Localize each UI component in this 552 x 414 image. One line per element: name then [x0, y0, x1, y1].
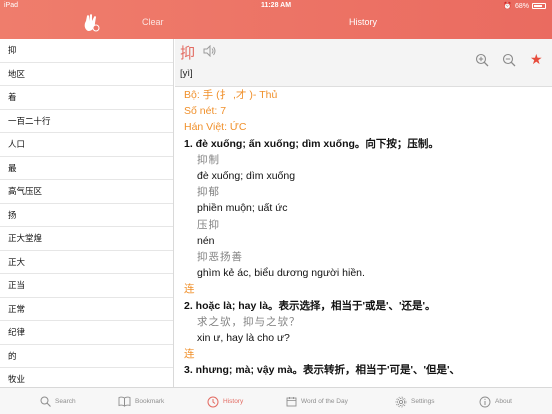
example-translation: xin ư, hay là cho ư?	[197, 332, 290, 345]
clock: 11:28 AM	[260, 2, 292, 9]
alarm-icon: ⏰	[503, 3, 512, 10]
search-icon	[40, 396, 51, 407]
clear-button[interactable]: Clear	[142, 17, 164, 27]
tab-label: Search	[55, 398, 76, 405]
stroke-count-line: Số nét: 7	[184, 105, 227, 118]
gear-icon	[395, 396, 407, 407]
history-item[interactable]: 牧业	[0, 368, 173, 387]
history-item[interactable]: 抑	[0, 39, 173, 63]
definition-heading: 3. nhưng; mà; vậy mà。表示转折，相当于'可是'、'但是'、	[184, 364, 461, 377]
history-item[interactable]: 着	[0, 86, 173, 110]
example-chinese: 压抑	[197, 218, 220, 231]
history-list: 抑 地区 着 一百二十行 人口 最 高气压区 扬 正大堂煌 正大 正当 正常 纪…	[0, 39, 174, 387]
bookmark-star-icon[interactable]: ★	[530, 52, 543, 66]
tab-word-of-the-day[interactable]: Word of the Day	[286, 388, 348, 414]
example-translation: phiền muộn; uất ức	[197, 202, 288, 215]
history-item[interactable]: 地区	[0, 63, 173, 86]
calendar-icon	[286, 397, 297, 407]
tab-history[interactable]: History	[207, 388, 243, 414]
definition-heading: 2. hoặc là; hay là。表示选择，相当于'或是'、'还是'。	[184, 299, 436, 312]
example-chinese: 抑制	[197, 153, 220, 166]
history-item[interactable]: 正大堂煌	[0, 227, 173, 251]
history-item[interactable]: 纪律	[0, 321, 173, 345]
history-item[interactable]: 高气压区	[0, 180, 173, 204]
history-item[interactable]: 正大	[0, 251, 173, 274]
clock-icon	[207, 396, 219, 407]
definition-lines: 1. đè xuống; ấn xuống; dìm xuống。向下按；压制。…	[184, 136, 552, 379]
history-item[interactable]: 的	[0, 345, 173, 368]
example-chinese: 求之欤，抑与之欤？	[197, 315, 301, 328]
example-translation: nén	[197, 234, 215, 247]
speaker-icon[interactable]	[203, 45, 217, 57]
tab-bar: Search Bookmark History Word of the Day …	[0, 387, 552, 414]
tab-label: Word of the Day	[301, 398, 348, 405]
history-item[interactable]: 一百二十行	[0, 110, 173, 133]
app-logo-icon	[84, 14, 100, 32]
example-translation: đè xuống; dìm xuống	[197, 170, 296, 183]
tab-label: History	[223, 398, 244, 405]
status-bar: iPad 11:28 AM ⏰ 68%	[0, 0, 552, 11]
entry-detail: 抑 [yì] ★ Bộ: 手 (扌 ,才 )- Thủ Số nét: 7 Há…	[175, 39, 552, 387]
tab-settings[interactable]: Settings	[395, 388, 435, 414]
tab-bookmark[interactable]: Bookmark	[118, 388, 164, 414]
example-translation: ghìm kẻ ác, biểu dương người hiền.	[197, 267, 365, 280]
header: iPad 11:28 AM ⏰ 68% Clear History	[0, 0, 552, 39]
tab-label: Bookmark	[135, 398, 165, 405]
han-viet-line: Hán Việt: ỨC	[184, 121, 247, 134]
tab-label: About	[495, 398, 512, 405]
tab-about[interactable]: About	[479, 388, 512, 414]
page-title: History	[348, 17, 377, 27]
example-chinese: 抑恶扬善	[197, 251, 243, 264]
book-icon	[118, 396, 131, 407]
zoom-out-icon[interactable]	[502, 53, 516, 67]
history-item[interactable]: 扬	[0, 204, 173, 227]
zoom-in-icon[interactable]	[475, 53, 489, 67]
part-of-speech: 连	[184, 348, 195, 361]
radical-line: Bộ: 手 (扌 ,才 )- Thủ	[184, 89, 278, 101]
history-item[interactable]: 最	[0, 157, 173, 180]
history-item[interactable]: 正常	[0, 298, 173, 321]
part-of-speech: 连	[184, 283, 195, 296]
history-item[interactable]: 人口	[0, 133, 173, 157]
battery-percent: 68%	[514, 2, 529, 10]
entry-content: Bộ: 手 (扌 ,才 )- Thủ Số nét: 7 Hán Việt: Ứ…	[175, 87, 552, 379]
battery-icon	[532, 3, 546, 9]
entry-word: 抑	[180, 45, 196, 62]
word-header: 抑 [yì] ★	[175, 39, 552, 87]
example-chinese: 抑郁	[197, 186, 220, 199]
history-item[interactable]: 正当	[0, 274, 173, 298]
tab-search[interactable]: Search	[40, 388, 76, 414]
status-right: ⏰ 68%	[503, 2, 546, 10]
tab-label: Settings	[411, 398, 435, 405]
definition-heading: 1. đè xuống; ấn xuống; dìm xuống。向下按；压制。	[184, 137, 439, 150]
info-icon	[479, 396, 491, 407]
entry-pinyin: [yì]	[180, 68, 193, 79]
